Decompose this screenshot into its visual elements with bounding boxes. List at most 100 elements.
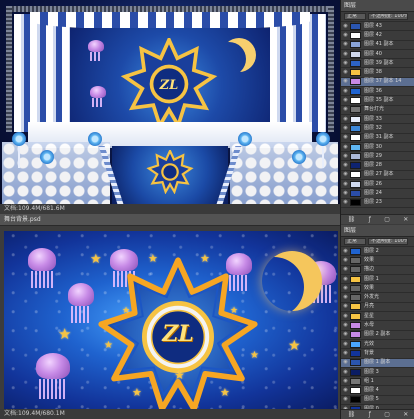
visibility-eye-icon[interactable]: ◉ xyxy=(341,312,350,321)
layer-row[interactable]: ◉ 图层 37 副本 14 xyxy=(341,77,414,88)
layer-row[interactable]: ◉ 图层 27 副本 xyxy=(341,170,414,181)
layer-row[interactable]: ◉ 图层 31 副本 xyxy=(341,134,414,143)
visibility-eye-icon[interactable]: ◉ xyxy=(341,321,350,330)
layer-row[interactable]: ◉ 外发光 xyxy=(341,293,414,303)
layer-row[interactable]: ◉ 图层 42 xyxy=(341,31,414,41)
layer-row[interactable]: ◉ 图层 29 xyxy=(341,152,414,162)
opacity-field[interactable]: 不透明度: 100% xyxy=(368,13,408,20)
visibility-eye-icon[interactable]: ◉ xyxy=(341,180,350,189)
visibility-eye-icon[interactable]: ◉ xyxy=(341,265,350,274)
visibility-eye-icon[interactable]: ◉ xyxy=(341,124,350,133)
visibility-eye-icon[interactable]: ◉ xyxy=(341,105,350,114)
layer-row[interactable]: ◉ 图层 43 xyxy=(341,22,414,32)
visibility-eye-icon[interactable]: ◉ xyxy=(341,189,350,198)
layer-row[interactable]: ◉ 背景 xyxy=(341,349,414,359)
layer-name: 图层 36 xyxy=(364,87,382,94)
visibility-eye-icon[interactable]: ◉ xyxy=(341,152,350,161)
layer-row[interactable]: ◉ 图层 3 xyxy=(341,368,414,378)
layer-row[interactable]: ◉ 图层 38 xyxy=(341,68,414,78)
visibility-eye-icon[interactable]: ◉ xyxy=(341,386,350,395)
link-icon[interactable]: ⛓ xyxy=(348,411,356,418)
layer-row[interactable]: ◉ 图层 1 副本 xyxy=(341,358,414,368)
visibility-eye-icon[interactable]: ◉ xyxy=(341,31,350,40)
layer-row[interactable]: ◉ 图层 36 xyxy=(341,87,414,97)
layer-thumbnail xyxy=(350,31,361,39)
layers-tab-bottom[interactable]: 图层 xyxy=(341,225,414,237)
visibility-eye-icon[interactable]: ◉ xyxy=(341,96,350,105)
layer-row[interactable]: ◉ 舞台灯光 xyxy=(341,106,414,115)
star-icon: ★ xyxy=(230,306,239,316)
layer-row[interactable]: ◉ 图层 2 xyxy=(341,247,414,257)
layer-row[interactable]: ◉ 图层 40 xyxy=(341,50,414,60)
opacity-field[interactable]: 不透明度: 100% xyxy=(368,238,408,245)
layer-row[interactable]: ◉ 图层 28 xyxy=(341,161,414,171)
fx-icon[interactable]: ƒ xyxy=(369,411,371,418)
fx-icon[interactable]: ƒ xyxy=(369,216,371,223)
visibility-eye-icon[interactable]: ◉ xyxy=(341,302,350,311)
stage-render-canvas[interactable]: ZL xyxy=(0,0,340,204)
layer-row[interactable]: ◉ 描边 xyxy=(341,266,414,275)
visibility-eye-icon[interactable]: ◉ xyxy=(341,198,350,207)
layer-row[interactable]: ◉ 光效 xyxy=(341,340,414,350)
layer-row[interactable]: ◉ 图层 32 xyxy=(341,124,414,134)
visibility-eye-icon[interactable]: ◉ xyxy=(341,22,350,31)
layer-row[interactable]: ◉ 组 1 xyxy=(341,377,414,387)
layer-row[interactable]: ◉ 效果 xyxy=(341,284,414,294)
visibility-eye-icon[interactable]: ◉ xyxy=(341,143,350,152)
document-tab[interactable]: 舞台背景.psd xyxy=(0,214,340,226)
visibility-eye-icon[interactable]: ◉ xyxy=(341,368,350,377)
layer-row[interactable]: ◉ 效果 xyxy=(341,256,414,266)
visibility-eye-icon[interactable]: ◉ xyxy=(341,68,350,77)
link-icon[interactable]: ⛓ xyxy=(348,216,356,223)
visibility-eye-icon[interactable]: ◉ xyxy=(341,115,350,124)
layer-row[interactable]: ◉ 图层 41 副本 xyxy=(341,41,414,50)
layer-row[interactable]: ◉ 图层 2 副本 xyxy=(341,331,414,340)
layer-row[interactable]: ◉ 水母 xyxy=(341,321,414,331)
layer-name: 图层 35 副本 xyxy=(364,97,394,104)
visibility-eye-icon[interactable]: ◉ xyxy=(341,59,350,68)
layer-row[interactable]: ◉ 图层 39 副本 xyxy=(341,59,414,69)
visibility-eye-icon[interactable]: ◉ xyxy=(341,284,350,293)
render-window[interactable]: ZL 文档:109.4M/681.6M xyxy=(0,0,340,214)
visibility-eye-icon[interactable]: ◉ xyxy=(341,358,350,367)
visibility-eye-icon[interactable]: ◉ xyxy=(341,247,350,256)
layer-row[interactable]: ◉ 月亮 xyxy=(341,302,414,313)
visibility-eye-icon[interactable]: ◉ xyxy=(341,170,350,179)
visibility-eye-icon[interactable]: ◉ xyxy=(341,395,350,404)
visibility-eye-icon[interactable]: ◉ xyxy=(341,161,350,170)
visibility-eye-icon[interactable]: ◉ xyxy=(341,330,350,339)
new-layer-icon[interactable]: ▢ xyxy=(384,411,390,418)
new-layer-icon[interactable]: ▢ xyxy=(384,216,390,223)
layer-row[interactable]: ◉ 图层 23 xyxy=(341,199,414,208)
layer-row[interactable]: ◉ 图层 4 xyxy=(341,386,414,396)
design-canvas[interactable]: ZL ★ ★ ★ ★ ★ ★ ★ ★ ★ ★ ★ ★ xyxy=(4,231,338,409)
layer-row[interactable]: ◉ 图层 1 xyxy=(341,275,414,285)
trash-icon[interactable]: ✕ xyxy=(403,216,408,223)
trash-icon[interactable]: ✕ xyxy=(403,411,408,418)
visibility-eye-icon[interactable]: ◉ xyxy=(341,77,350,86)
layer-row[interactable]: ◉ 图层 33 xyxy=(341,115,414,125)
visibility-eye-icon[interactable]: ◉ xyxy=(341,340,350,349)
design-window[interactable]: 舞台背景.psd ZL ★ ★ ★ ★ ★ ★ ★ ★ ★ ★ ★ ★ 文档:1… xyxy=(0,214,340,419)
visibility-eye-icon[interactable]: ◉ xyxy=(341,377,350,386)
blend-mode-select[interactable]: 正常 xyxy=(344,13,366,20)
visibility-eye-icon[interactable]: ◉ xyxy=(341,133,350,142)
visibility-eye-icon[interactable]: ◉ xyxy=(341,87,350,96)
blend-mode-select[interactable]: 正常 xyxy=(344,238,366,245)
visibility-eye-icon[interactable]: ◉ xyxy=(341,50,350,59)
layer-row[interactable]: ◉ 星星 xyxy=(341,312,414,322)
visibility-eye-icon[interactable]: ◉ xyxy=(341,256,350,265)
layer-row[interactable]: ◉ 图层 26 xyxy=(341,180,414,190)
visibility-eye-icon[interactable]: ◉ xyxy=(341,349,350,358)
visibility-eye-icon[interactable]: ◉ xyxy=(341,293,350,302)
flower-icon xyxy=(292,150,306,164)
visibility-eye-icon[interactable]: ◉ xyxy=(341,275,350,284)
layer-row[interactable]: ◉ 图层 24 xyxy=(341,189,414,199)
layer-row[interactable]: ◉ 图层 30 xyxy=(341,143,414,153)
lamp-post xyxy=(322,146,324,168)
layers-tab-top[interactable]: 图层 xyxy=(341,0,414,12)
layer-footer-bottom: ⛓ ƒ ▢ ✕ xyxy=(341,409,414,419)
layer-row[interactable]: ◉ 图层 5 xyxy=(341,395,414,406)
layer-row[interactable]: ◉ 图层 35 副本 xyxy=(341,96,414,106)
visibility-eye-icon[interactable]: ◉ xyxy=(341,40,350,49)
